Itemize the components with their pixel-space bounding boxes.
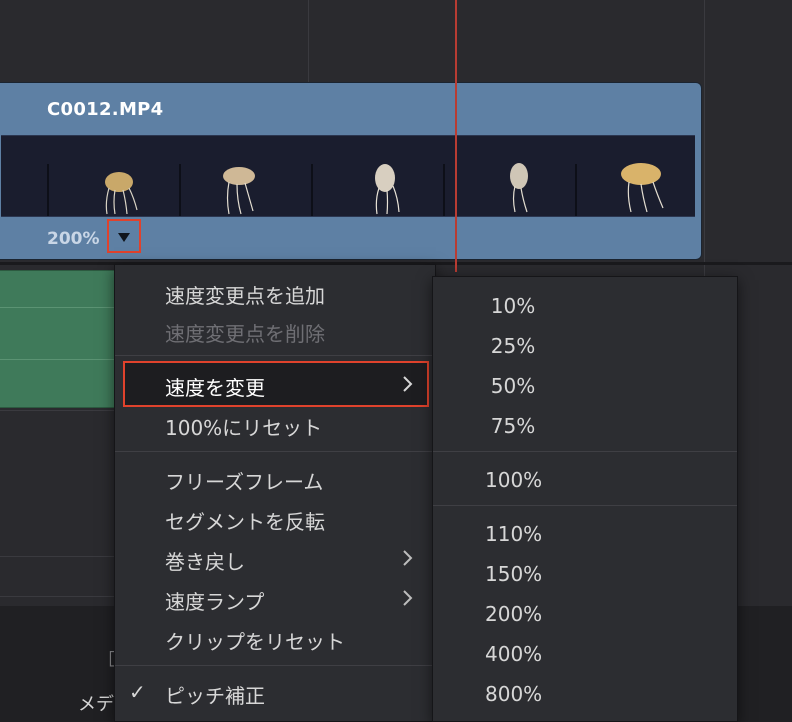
- speed-option-label: 10%: [490, 294, 536, 318]
- menu-item-label: 100%にリセット: [165, 416, 323, 440]
- chevron-right-icon: [403, 376, 413, 392]
- menu-item-label: 速度を変更: [165, 376, 265, 400]
- thumbnail-divider: [443, 164, 445, 216]
- menu-item-label: 速度変更点を追加: [165, 284, 325, 308]
- menu-item-label: クリップをリセット: [165, 630, 345, 654]
- menu-item-delete-speed-point: 速度変更点を削除: [115, 313, 435, 349]
- track-divider: [0, 556, 120, 557]
- menu-item-label: 速度変更点を削除: [165, 322, 325, 346]
- menu-separator: [115, 451, 435, 452]
- speed-option-label: 110%: [485, 522, 543, 546]
- speed-option-100[interactable]: 100%: [433, 461, 737, 497]
- playhead[interactable]: [455, 0, 457, 272]
- speed-option-110[interactable]: 110%: [433, 515, 737, 551]
- menu-item-label: ピッチ補正: [165, 684, 265, 708]
- menu-separator: [115, 355, 435, 356]
- track-divider: [0, 596, 120, 597]
- clip-thumbnails: [1, 135, 695, 217]
- audio-clip[interactable]: [0, 270, 129, 408]
- speed-dropdown-button[interactable]: [107, 219, 141, 253]
- menu-separator: [115, 665, 435, 666]
- speed-option-label: 75%: [490, 414, 536, 438]
- speed-option-label: 200%: [485, 602, 543, 626]
- speed-submenu: 10% 25% 50% 75% 100% 110% 150% 200% 400%…: [432, 276, 738, 722]
- checkmark-icon: ✓: [129, 680, 146, 704]
- bottom-tab-label[interactable]: メデ: [78, 690, 114, 716]
- submenu-separator: [433, 451, 737, 452]
- speed-option-800[interactable]: 800%: [433, 675, 737, 711]
- audio-divider: [0, 359, 129, 360]
- menu-item-pitch-correction[interactable]: ✓ ピッチ補正: [115, 675, 435, 711]
- audio-divider: [0, 307, 129, 308]
- speed-option-200[interactable]: 200%: [433, 595, 737, 631]
- speed-option-label: 150%: [485, 562, 543, 586]
- speed-option-25[interactable]: 25%: [433, 327, 737, 363]
- menu-item-rewind[interactable]: 巻き戻し: [115, 541, 435, 577]
- menu-item-reverse-segment[interactable]: セグメントを反転: [115, 501, 435, 537]
- chevron-right-icon: [403, 550, 413, 566]
- menu-item-add-speed-point[interactable]: 速度変更点を追加: [115, 275, 435, 311]
- thumbnail-divider: [179, 164, 181, 216]
- submenu-separator: [433, 505, 737, 506]
- clip-thumbnail: [1, 136, 695, 216]
- menu-item-label: 巻き戻し: [165, 550, 245, 574]
- speed-option-150[interactable]: 150%: [433, 555, 737, 591]
- speed-option-label: 800%: [485, 682, 543, 706]
- video-clip[interactable]: C0012.MP4 200%: [0, 82, 702, 260]
- speed-option-50[interactable]: 50%: [433, 367, 737, 403]
- speed-option-label: 400%: [485, 642, 543, 666]
- menu-item-label: セグメントを反転: [165, 510, 325, 534]
- speed-option-400[interactable]: 400%: [433, 635, 737, 671]
- grid-line: [308, 0, 309, 82]
- menu-item-reset-clip[interactable]: クリップをリセット: [115, 621, 435, 657]
- thumbnail-divider: [311, 164, 313, 216]
- speed-option-label: 100%: [485, 468, 543, 492]
- menu-item-change-speed[interactable]: 速度を変更: [115, 367, 435, 403]
- caret-down-icon: [118, 233, 130, 242]
- speed-option-10[interactable]: 10%: [433, 287, 737, 323]
- menu-item-reset-100[interactable]: 100%にリセット: [115, 407, 435, 443]
- menu-item-label: 速度ランプ: [165, 590, 265, 614]
- clip-speed-label: 200%: [47, 229, 100, 249]
- track-divider: [0, 410, 120, 411]
- chevron-right-icon: [403, 590, 413, 606]
- menu-item-label: フリーズフレーム: [165, 470, 324, 494]
- clip-speed-context-menu: 速度変更点を追加 速度変更点を削除 速度を変更 100%にリセット フリーズフレ…: [114, 264, 436, 722]
- speed-option-label: 25%: [490, 334, 536, 358]
- thumbnail-divider: [575, 164, 577, 216]
- thumbnail-divider: [47, 164, 49, 216]
- speed-option-label: 50%: [490, 374, 536, 398]
- clip-name: C0012.MP4: [47, 99, 164, 120]
- menu-item-speed-ramp[interactable]: 速度ランプ: [115, 581, 435, 617]
- menu-item-freeze-frame[interactable]: フリーズフレーム: [115, 461, 435, 497]
- speed-option-75[interactable]: 75%: [433, 407, 737, 443]
